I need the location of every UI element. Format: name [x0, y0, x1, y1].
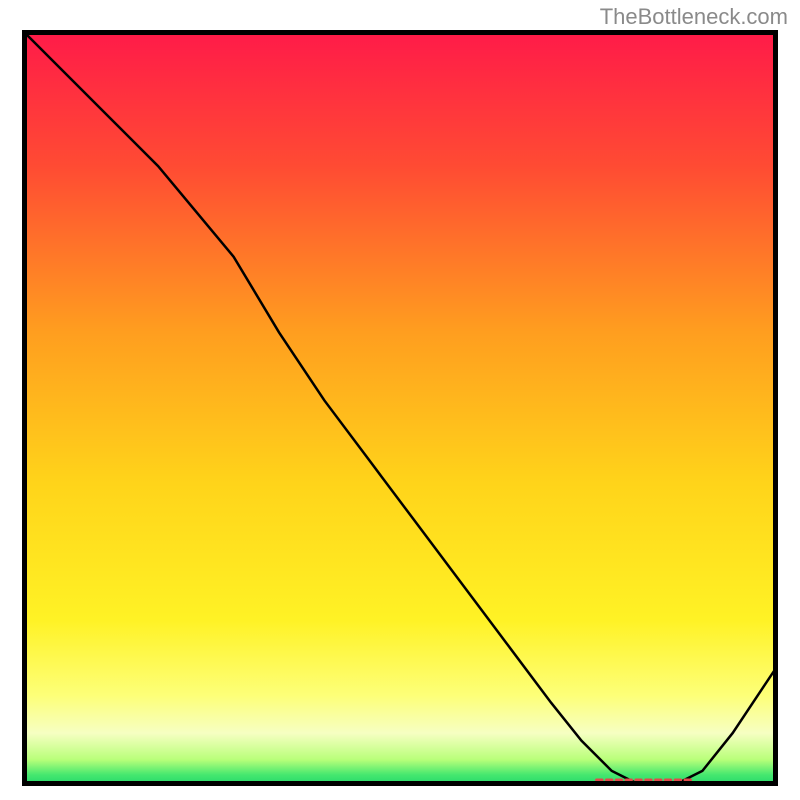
attribution-label: TheBottleneck.com — [600, 4, 788, 30]
chart-frame: TheBottleneck.com — [0, 0, 800, 800]
bottleneck-chart — [22, 30, 778, 786]
